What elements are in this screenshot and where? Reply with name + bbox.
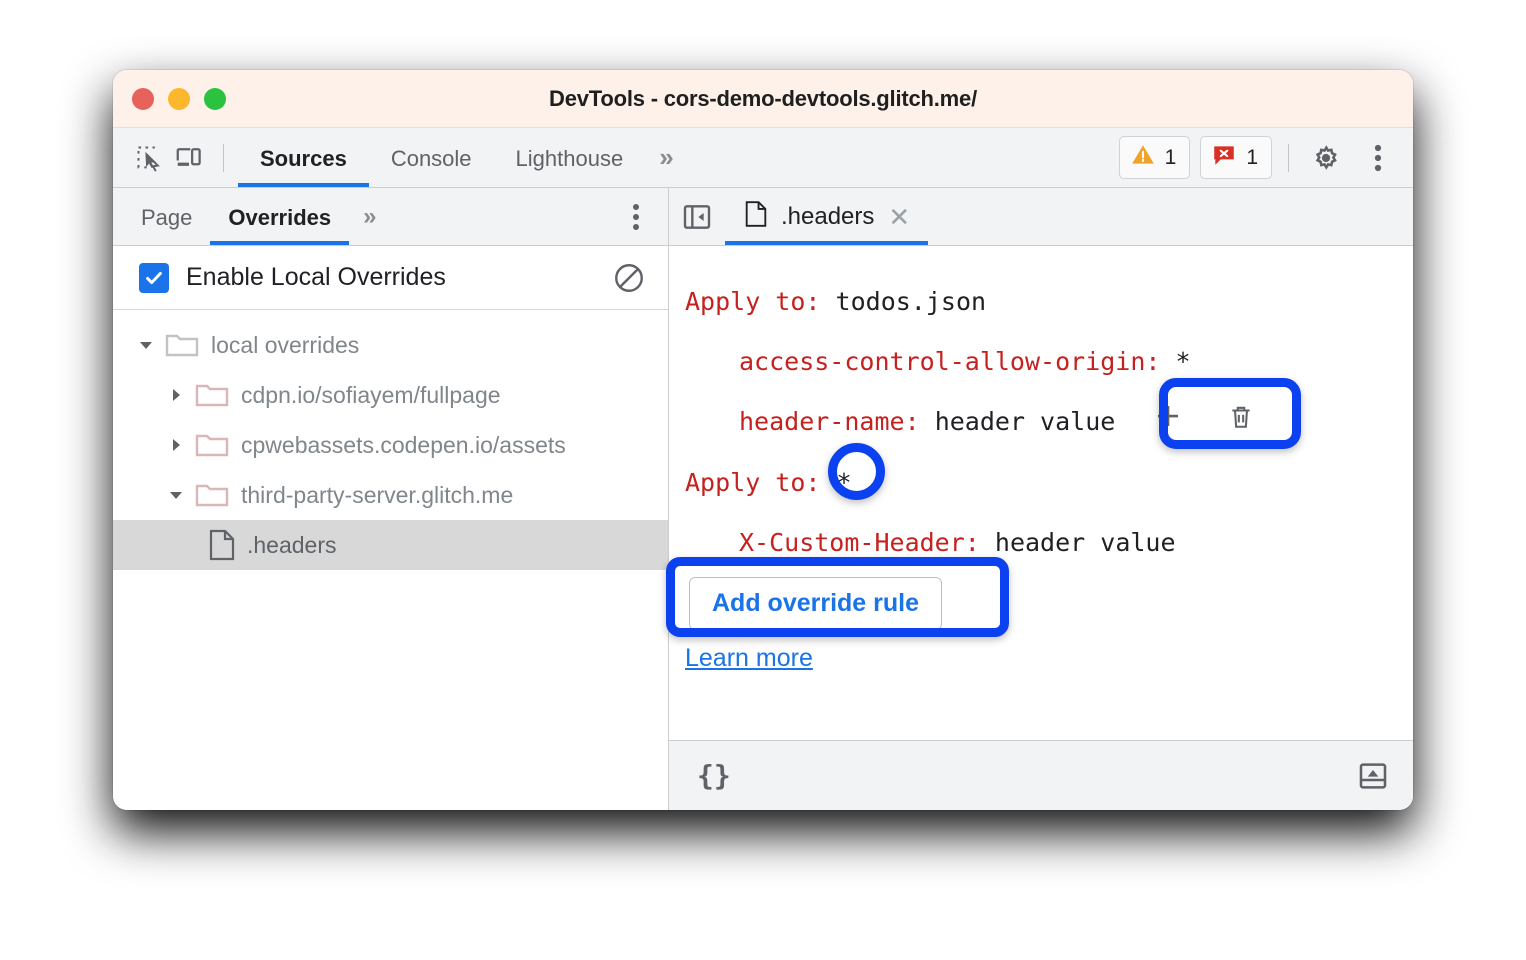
window-titlebar: DevTools - cors-demo-devtools.glitch.me/: [113, 70, 1413, 128]
header-row[interactable]: X-Custom-Header: header value: [669, 513, 1413, 573]
more-options-kebab-icon[interactable]: [1357, 137, 1399, 179]
apply-to-row[interactable]: Apply to: todos.json: [669, 272, 1413, 332]
editor-status-bar: {}: [669, 740, 1413, 810]
close-icon[interactable]: ✕: [888, 204, 910, 230]
close-window-button[interactable]: [132, 87, 154, 110]
navigator-tab-label: Overrides: [228, 205, 332, 230]
enable-local-overrides-row[interactable]: Enable Local Overrides: [113, 246, 668, 310]
minimize-window-button[interactable]: [168, 87, 190, 110]
drawer-toggle-icon[interactable]: [1357, 760, 1389, 792]
panel-tab-console[interactable]: Console: [369, 128, 494, 187]
header-row[interactable]: access-control-allow-origin: *: [669, 332, 1413, 392]
navigator-more-options-kebab-icon[interactable]: [618, 199, 654, 235]
panel-tab-sources[interactable]: Sources: [238, 128, 369, 187]
enable-local-overrides-checkbox[interactable]: [139, 262, 169, 293]
enable-local-overrides-label: Enable Local Overrides: [186, 263, 446, 291]
header-name[interactable]: X-Custom-Header: [739, 528, 965, 557]
tree-row-third-party-server[interactable]: third-party-server.glitch.me: [113, 470, 668, 520]
navigator-tab-label: Page: [141, 205, 193, 230]
apply-to-label: Apply to: [685, 287, 806, 316]
header-value[interactable]: header value: [935, 407, 1116, 436]
editor-tab-bar: .headers ✕: [669, 188, 1413, 246]
navigator-tab-overrides[interactable]: Overrides: [210, 188, 349, 245]
add-override-rule-button[interactable]: Add override rule: [689, 577, 942, 630]
tree-row-label: third-party-server.glitch.me: [241, 481, 514, 508]
collapse-navigator-icon[interactable]: [669, 188, 725, 245]
toolbar-divider: [1288, 143, 1289, 172]
apply-to-label: Apply to: [685, 468, 806, 497]
caret-down-icon[interactable]: [165, 487, 187, 503]
error-count-value: 1: [1246, 145, 1258, 169]
apply-to-value[interactable]: todos.json: [836, 287, 987, 316]
folder-icon: [195, 381, 229, 409]
tree-row-cpwebassets[interactable]: cpwebassets.codepen.io/assets: [113, 420, 668, 470]
device-toolbar-icon[interactable]: [169, 138, 209, 178]
delete-header-button[interactable]: [1219, 393, 1263, 453]
header-value[interactable]: header value: [995, 528, 1176, 557]
tree-row-local-overrides[interactable]: local overrides: [113, 320, 668, 370]
navigator-tab-page[interactable]: Page: [123, 188, 210, 245]
inspect-element-icon[interactable]: [129, 138, 169, 178]
more-navigator-tabs-chevron-icon[interactable]: »: [349, 203, 380, 231]
editor-pane: .headers ✕ Apply to: todos.json access-c…: [666, 188, 1413, 810]
warning-triangle-icon: [1130, 142, 1156, 174]
warning-count-badge[interactable]: 1: [1118, 136, 1191, 179]
gear-icon[interactable]: [1305, 137, 1347, 179]
overrides-file-tree: local overrides cdpn.io/sofiayem/fullpag…: [113, 310, 668, 570]
error-count-badge[interactable]: 1: [1200, 136, 1272, 179]
panel-tab-label: Lighthouse: [515, 146, 624, 171]
toolbar-divider: [223, 143, 224, 172]
editor-tab-headers[interactable]: .headers ✕: [725, 188, 929, 245]
panel-tab-lighthouse[interactable]: Lighthouse: [494, 128, 646, 187]
header-row[interactable]: header-name: header value: [669, 392, 1413, 453]
caret-right-icon[interactable]: [165, 437, 187, 453]
devtools-window: DevTools - cors-demo-devtools.glitch.me/…: [113, 70, 1413, 810]
tree-row-cdpn-io[interactable]: cdpn.io/sofiayem/fullpage: [113, 370, 668, 420]
folder-icon: [165, 331, 199, 359]
file-icon: [745, 200, 767, 233]
sources-navigator: Page Overrides » Enable Local Overrides: [113, 188, 669, 810]
tree-row-label: local overrides: [211, 331, 360, 358]
devtools-main-toolbar: Sources Console Lighthouse » 1 1: [113, 128, 1413, 188]
header-name[interactable]: header-name: [739, 407, 905, 436]
devtools-body: Page Overrides » Enable Local Overrides: [113, 188, 1413, 810]
header-value[interactable]: *: [1176, 347, 1191, 376]
maximize-window-button[interactable]: [204, 87, 226, 110]
toolbar-right-group: 1 1: [1118, 136, 1399, 179]
header-name[interactable]: access-control-allow-origin: [739, 347, 1145, 376]
learn-more-link[interactable]: Learn more: [685, 644, 813, 673]
clear-configuration-icon[interactable]: [612, 261, 646, 295]
add-header-button[interactable]: [1146, 393, 1190, 453]
more-panels-chevron-icon[interactable]: »: [645, 142, 677, 173]
editor-tab-label: .headers: [781, 202, 875, 230]
headers-editor: Apply to: todos.json access-control-allo…: [666, 246, 1413, 740]
folder-icon: [195, 481, 229, 509]
window-title: DevTools - cors-demo-devtools.glitch.me/: [549, 85, 977, 111]
tree-row-headers-file[interactable]: .headers: [113, 520, 668, 570]
tree-row-label: cdpn.io/sofiayem/fullpage: [241, 381, 501, 408]
tree-row-label: .headers: [247, 531, 337, 558]
caret-down-icon[interactable]: [135, 337, 157, 353]
navigator-tab-bar: Page Overrides »: [113, 188, 668, 246]
folder-icon: [195, 431, 229, 459]
pretty-print-button[interactable]: {}: [697, 759, 731, 792]
warning-count-value: 1: [1164, 145, 1177, 169]
panel-tab-label: Sources: [260, 146, 347, 171]
tree-row-label: cpwebassets.codepen.io/assets: [241, 431, 566, 458]
caret-right-icon[interactable]: [165, 387, 187, 403]
window-controls: [132, 87, 226, 110]
panel-tab-label: Console: [390, 146, 472, 171]
error-bubble-icon: [1211, 142, 1237, 174]
apply-to-row[interactable]: Apply to: *: [669, 453, 1413, 513]
apply-to-value[interactable]: *: [836, 468, 851, 497]
file-icon: [209, 529, 235, 561]
